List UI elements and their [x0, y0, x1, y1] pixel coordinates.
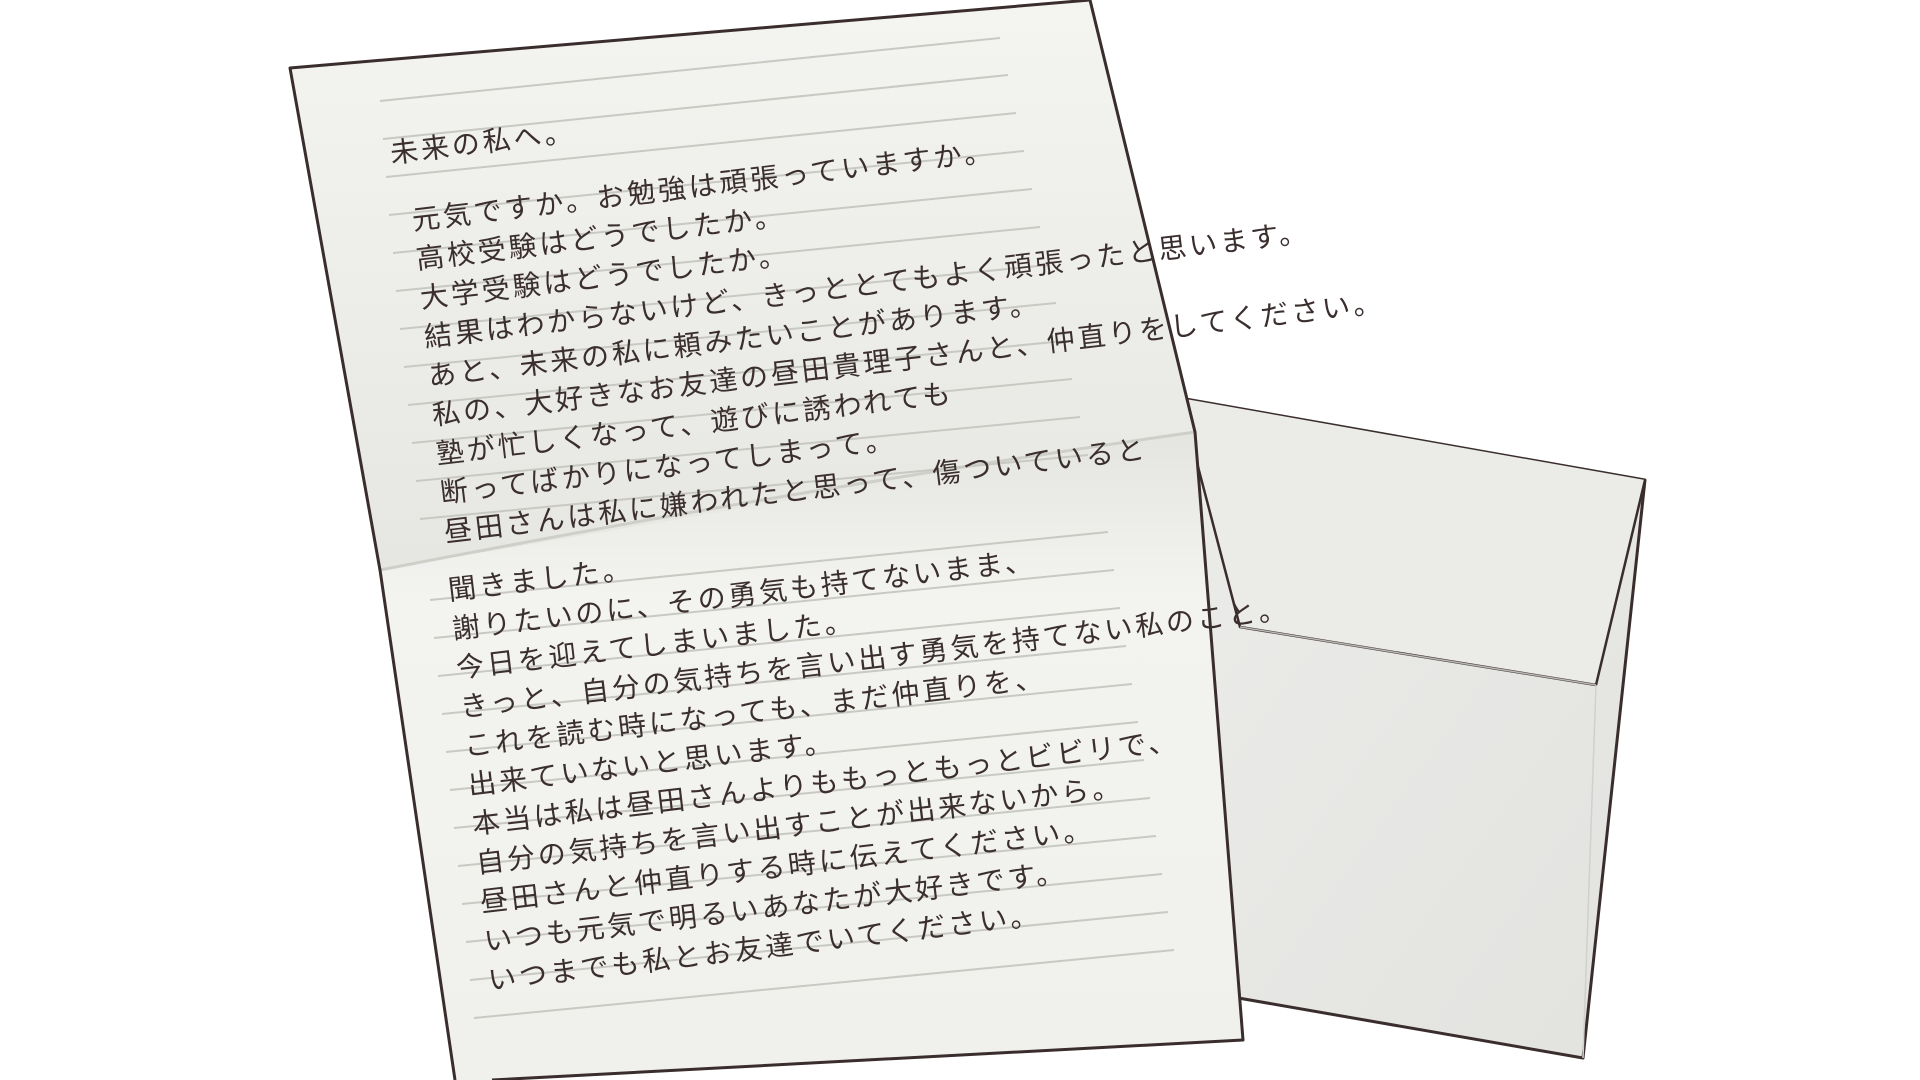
envelope [1173, 396, 1647, 1060]
letter-artwork [288, 0, 1647, 1080]
letter-paper [288, 0, 1245, 1080]
letter-scene: 未来の私へ。 元気ですか。お勉強は頑張っていますか。 高校受験はどうでしたか。 … [0, 0, 1920, 1080]
